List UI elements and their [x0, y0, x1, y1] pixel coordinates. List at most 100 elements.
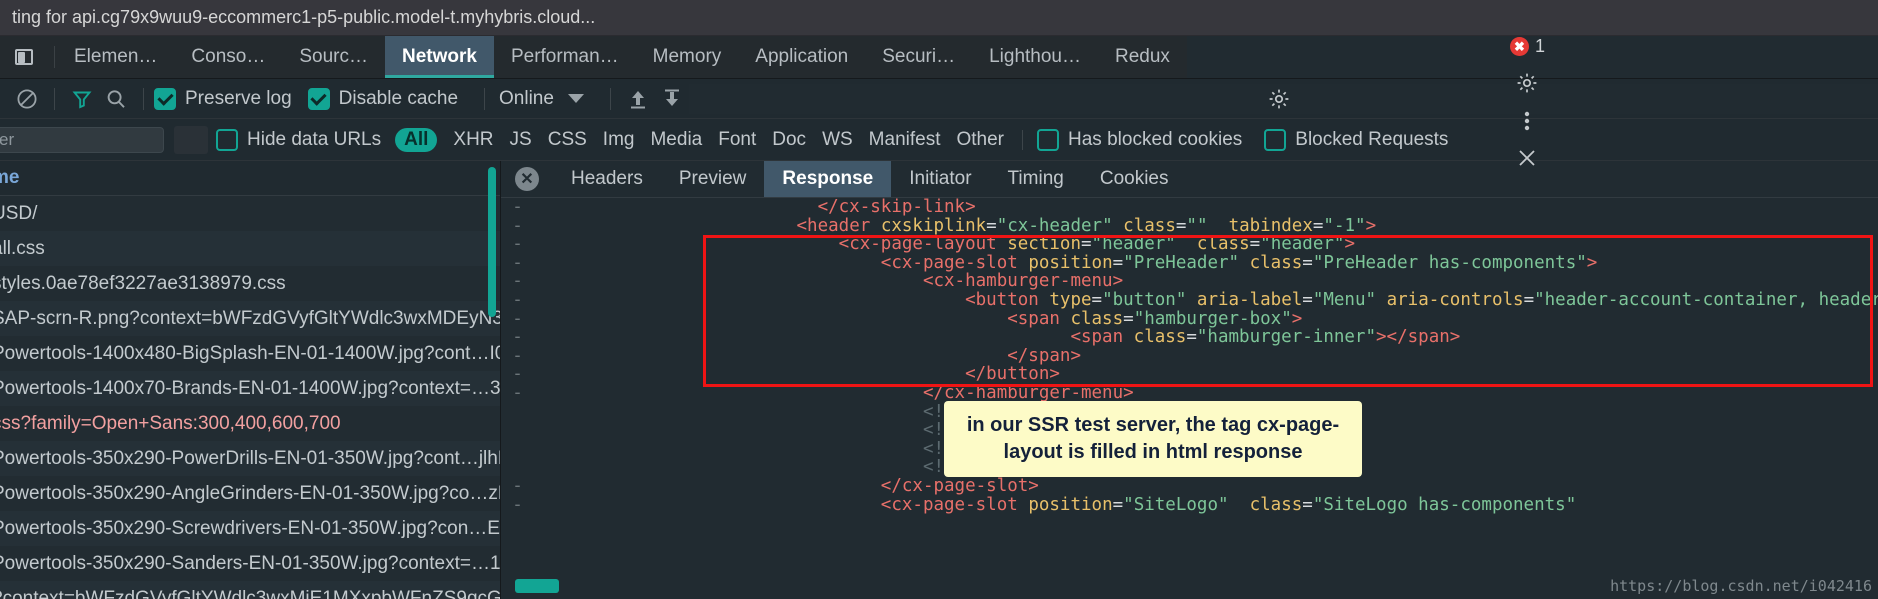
filter-type-js[interactable]: JS: [510, 129, 532, 151]
has-blocked-cookies-toggle[interactable]: Has blocked cookies: [1037, 128, 1242, 151]
filter-input[interactable]: er: [0, 126, 164, 153]
code-fold-gutter[interactable]: [501, 403, 534, 422]
hide-data-urls-toggle[interactable]: Hide data URLs: [216, 128, 382, 151]
code-fold-gutter[interactable]: -: [501, 477, 534, 496]
filter-type-doc[interactable]: Doc: [772, 129, 806, 151]
filter-type-ws[interactable]: WS: [822, 129, 853, 151]
download-arrow-icon[interactable]: [655, 84, 689, 114]
response-body-viewer[interactable]: - </cx-skip-link> - <header cxskiplink="c…: [501, 198, 1878, 599]
code-token: =: [1112, 494, 1124, 515]
filter-type-css[interactable]: CSS: [548, 129, 587, 151]
request-list-scrollbar[interactable]: [488, 167, 496, 317]
table-row[interactable]: Powertools-350x290-Screwdrivers-EN-01-35…: [0, 511, 500, 546]
code-line: - </cx-skip-link>: [501, 198, 1878, 217]
error-badge[interactable]: ✖ 1: [1509, 36, 1545, 57]
table-row[interactable]: Powertools-1400x480-BigSplash-EN-01-1400…: [0, 336, 500, 371]
filter-type-manifest[interactable]: Manifest: [869, 129, 941, 151]
code-fold-gutter[interactable]: -: [501, 254, 534, 273]
tab-performan[interactable]: Performan…: [494, 36, 636, 78]
detail-tab-cookies[interactable]: Cookies: [1082, 161, 1187, 197]
blocked-requests-toggle[interactable]: Blocked Requests: [1264, 128, 1448, 151]
code-fold-gutter[interactable]: [501, 421, 534, 440]
filter-extra-box[interactable]: [174, 125, 208, 154]
filter-type-font[interactable]: Font: [718, 129, 756, 151]
tab-lighthou[interactable]: Lighthou…: [972, 36, 1098, 78]
tab-network[interactable]: Network: [384, 36, 494, 78]
table-row[interactable]: all.css: [0, 231, 500, 266]
table-row[interactable]: Powertools-350x290-AngleGrinders-EN-01-3…: [0, 476, 500, 511]
detail-tab-headers[interactable]: Headers: [553, 161, 661, 197]
code-fold-gutter[interactable]: -: [501, 365, 534, 384]
table-row[interactable]: SAP-scrn-R.png?context=bWFzdGVyfGltYWdlc…: [0, 301, 500, 336]
tab-conso[interactable]: Conso…: [174, 36, 282, 78]
code-fold-gutter[interactable]: -: [501, 291, 534, 310]
throttling-select-value[interactable]: Online: [499, 88, 554, 110]
code-fold-gutter[interactable]: -: [501, 235, 534, 254]
chevron-down-icon[interactable]: [567, 94, 584, 103]
code-source: </span>: [649, 346, 1878, 366]
code-fold-gutter[interactable]: -: [501, 495, 534, 515]
filter-type-xhr[interactable]: XHR: [453, 129, 493, 151]
code-fold-gutter[interactable]: -: [501, 272, 534, 291]
code-fold-gutter[interactable]: -: [501, 384, 534, 403]
disable-cache-checkbox[interactable]: [307, 87, 330, 110]
code-fold-gutter[interactable]: -: [501, 347, 534, 366]
has-blocked-cookies-checkbox[interactable]: [1037, 128, 1060, 151]
code-fold-gutter[interactable]: [501, 458, 534, 477]
code-fold-gutter[interactable]: [501, 440, 534, 459]
disable-cache-toggle[interactable]: Disable cache: [307, 87, 458, 110]
code-fold-gutter[interactable]: -: [501, 309, 534, 329]
tab-securi[interactable]: Securi…: [865, 36, 972, 78]
preserve-log-checkbox[interactable]: [154, 87, 176, 110]
tab-sourc[interactable]: Sourc…: [282, 36, 385, 78]
code-token: =: [1302, 494, 1313, 515]
hide-data-urls-label: Hide data URLs: [247, 128, 382, 150]
table-row[interactable]: Powertools-350x290-PowerDrills-EN-01-350…: [0, 441, 500, 476]
preserve-log-toggle[interactable]: Preserve log: [154, 87, 292, 110]
code-source: <span class="hamburger-inner"></span>: [649, 328, 1878, 347]
tab-redux[interactable]: Redux: [1098, 36, 1187, 78]
close-icon[interactable]: [1514, 147, 1540, 169]
code-indent-spacer: [534, 477, 649, 496]
tab-memory[interactable]: Memory: [636, 36, 739, 78]
blocked-requests-checkbox[interactable]: [1264, 128, 1287, 151]
filter-type-media[interactable]: Media: [650, 129, 702, 151]
code-fold-gutter[interactable]: -: [501, 216, 534, 236]
dock-position-button[interactable]: [0, 36, 52, 78]
table-row[interactable]: Powertools-350x290-Sanders-EN-01-350W.jp…: [0, 546, 500, 581]
table-row[interactable]: css?family=Open+Sans:300,400,600,700: [0, 406, 500, 441]
filter-type-other[interactable]: Other: [956, 129, 1004, 151]
tab-elemen[interactable]: Elemen…: [57, 36, 174, 78]
detail-tab-initiator[interactable]: Initiator: [891, 161, 989, 197]
detail-tab-timing[interactable]: Timing: [990, 161, 1082, 197]
detail-tab-response[interactable]: Response: [764, 161, 892, 197]
waterfall-bar: [515, 579, 559, 593]
table-row[interactable]: ?context=bWFzdGVyfGltYWdlc3wxMiE1MXxpbWF…: [0, 581, 500, 599]
no-entry-clear-icon[interactable]: [10, 84, 44, 114]
table-row[interactable]: Powertools-1400x70-Brands-EN-01-1400W.jp…: [0, 371, 500, 406]
upload-arrow-icon[interactable]: [621, 84, 655, 114]
code-fold-gutter[interactable]: -: [501, 328, 534, 347]
gear-icon[interactable]: [1262, 84, 1296, 114]
filter-type-img[interactable]: Img: [603, 129, 635, 151]
tab-application[interactable]: Application: [738, 36, 865, 78]
code-token: =: [1302, 252, 1313, 273]
divider: [1022, 129, 1024, 150]
code-token: "hamburger-inner": [1196, 327, 1377, 348]
detail-tab-preview[interactable]: Preview: [661, 161, 765, 197]
close-detail-button[interactable]: ✕: [501, 161, 553, 197]
network-body: me USD/all.cssstyles.0ae78ef3227ae313897…: [0, 161, 1878, 599]
funnel-filter-icon[interactable]: [65, 84, 99, 114]
magnifier-search-icon[interactable]: [99, 84, 133, 114]
table-row[interactable]: USD/: [0, 196, 500, 231]
code-fold-gutter[interactable]: -: [501, 198, 534, 217]
table-row[interactable]: styles.0ae78ef3227ae3138979.css: [0, 266, 500, 301]
code-token: >: [1586, 252, 1598, 273]
request-list[interactable]: USD/all.cssstyles.0ae78ef3227ae3138979.c…: [0, 196, 500, 599]
hide-data-urls-checkbox[interactable]: [216, 128, 238, 151]
code-token: "PreHeader has-components": [1312, 252, 1587, 273]
filter-type-all[interactable]: All: [395, 127, 438, 152]
kebab-menu-icon[interactable]: [1514, 109, 1540, 133]
gear-icon[interactable]: [1514, 71, 1540, 95]
detail-tab-list: Headers Preview Response Initiator Timing Coo…: [553, 161, 1187, 197]
